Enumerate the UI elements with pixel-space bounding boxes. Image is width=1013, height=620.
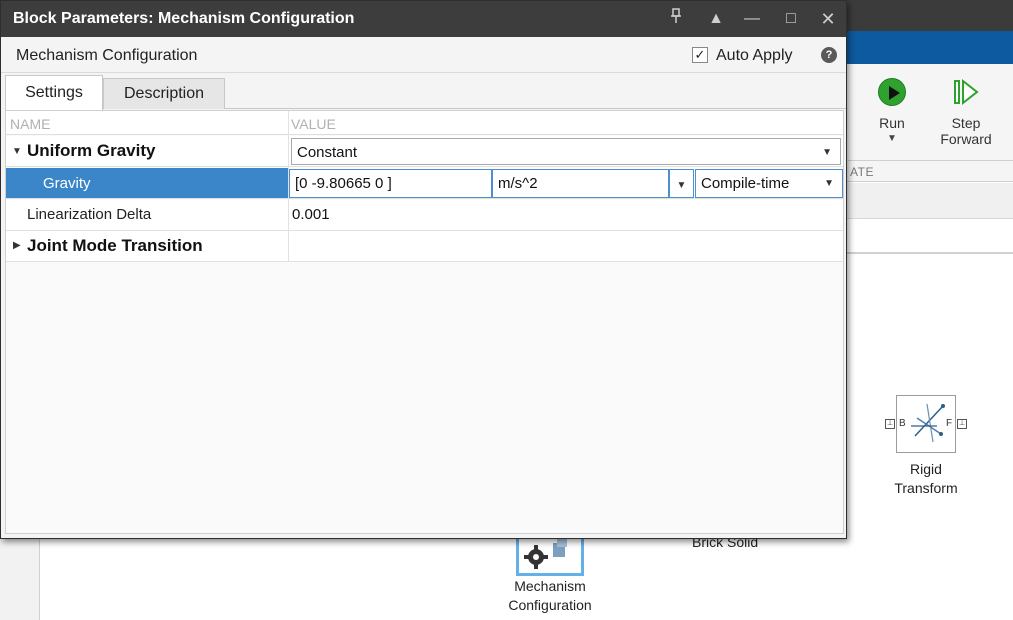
run-button-label: Run: [879, 115, 905, 131]
gravity-value-input[interactable]: [0 -9.80665 0 ]: [289, 169, 492, 198]
joint-mode-transition-label: Joint Mode Transition: [27, 236, 203, 255]
auto-apply-label[interactable]: Auto Apply: [716, 47, 793, 65]
collapse-up-icon[interactable]: ▲: [705, 8, 727, 30]
parameter-row-gravity: Gravity [0 -9.80665 0 ] m/s^2 ▼ Compile-…: [6, 168, 843, 199]
uniform-gravity-dropdown[interactable]: Constant ▼: [291, 138, 841, 165]
rigid-transform-port-f-label: F: [946, 418, 953, 429]
expand-triangle-icon[interactable]: ▼: [12, 146, 22, 157]
block-parameters-dialog: Block Parameters: Mechanism Configuratio…: [0, 0, 847, 539]
rigid-transform-port-b-label: B: [899, 418, 906, 429]
gravity-label: Gravity: [43, 175, 91, 192]
mechanism-configuration-label-line2: Configuration: [508, 597, 592, 613]
uniform-gravity-label: Uniform Gravity: [27, 141, 156, 160]
chevron-down-icon: ▼: [676, 180, 687, 191]
tab-description[interactable]: Description: [103, 78, 225, 109]
dialog-title: Block Parameters: Mechanism Configuratio…: [13, 10, 355, 27]
step-forward-button[interactable]: Step Forward: [930, 78, 1002, 147]
gravity-units-dropdown[interactable]: ▼: [669, 169, 694, 198]
column-header-value: VALUE: [291, 116, 336, 132]
rigid-transform-label-line1: Rigid: [910, 461, 942, 477]
step-forward-icon: [930, 78, 1002, 109]
tab-settings[interactable]: Settings: [5, 75, 103, 110]
step-forward-label-line1: Step: [951, 115, 981, 131]
expand-triangle-icon[interactable]: ▶: [13, 240, 21, 251]
minimize-icon[interactable]: —: [741, 8, 763, 30]
maximize-icon[interactable]: □: [780, 8, 802, 30]
rigid-transform-label: Rigid Transform: [876, 460, 976, 498]
parameter-table: NAME VALUE ▼ Uniform Gravity Constant ▼ …: [5, 110, 844, 534]
linearization-delta-value[interactable]: 0.001: [292, 206, 330, 223]
gravity-units-input[interactable]: m/s^2: [492, 169, 669, 198]
parameter-row-uniform-gravity: ▼ Uniform Gravity Constant ▼: [6, 136, 843, 167]
rigid-transform-port-b-icon[interactable]: ⊥: [885, 419, 895, 429]
play-icon: [866, 78, 918, 109]
linearization-delta-label: Linearization Delta: [27, 206, 152, 223]
chevron-down-icon: ▼: [822, 147, 832, 158]
run-dropdown-icon[interactable]: ▼: [866, 133, 918, 144]
close-icon[interactable]: ✕: [817, 8, 839, 30]
ribbon-section-divider: [848, 160, 1013, 161]
chevron-down-icon: ▼: [824, 178, 834, 189]
dialog-titlebar[interactable]: Block Parameters: Mechanism Configuratio…: [1, 1, 846, 37]
step-forward-label-line2: Forward: [940, 131, 992, 147]
dialog-header: Mechanism Configuration ✓ Auto Apply ?: [1, 37, 846, 73]
column-header-name: NAME: [10, 116, 51, 132]
mechanism-configuration-label: Mechanism Configuration: [490, 577, 610, 615]
mechanism-configuration-label-line1: Mechanism: [514, 578, 586, 594]
help-icon[interactable]: ?: [821, 47, 837, 63]
rigid-transform-label-line2: Transform: [894, 480, 958, 496]
pin-icon[interactable]: [665, 8, 687, 30]
dialog-tabs: Settings Description: [5, 75, 846, 110]
dialog-subtitle: Mechanism Configuration: [16, 47, 198, 64]
gravity-evaluation-value: Compile-time: [701, 175, 790, 192]
auto-apply-checkbox[interactable]: ✓: [692, 47, 708, 63]
parameter-row-linearization-delta: Linearization Delta 0.001: [6, 200, 843, 231]
gravity-name-cell[interactable]: Gravity: [6, 168, 288, 198]
gravity-evaluation-dropdown[interactable]: Compile-time ▼: [695, 169, 843, 198]
rigid-transform-port-f-icon[interactable]: ⊥: [957, 419, 967, 429]
parameter-table-header: NAME VALUE: [6, 111, 843, 135]
uniform-gravity-value: Constant: [297, 144, 358, 161]
parameter-row-joint-mode-transition: ▶ Joint Mode Transition: [6, 231, 843, 262]
column-separator: [288, 111, 289, 261]
ribbon-section-label: ATE: [850, 165, 874, 179]
run-button[interactable]: Run ▼: [866, 78, 918, 144]
